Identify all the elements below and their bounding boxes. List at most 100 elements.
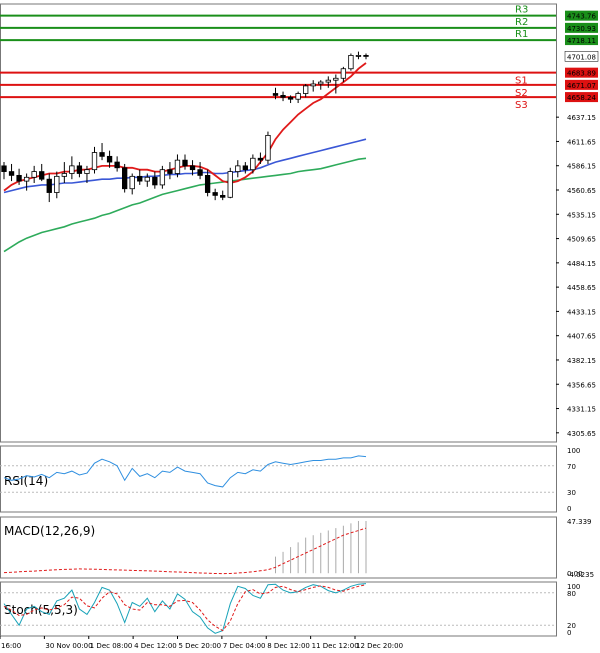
level-r1-tag: 4718.11 xyxy=(567,37,596,45)
candle-body xyxy=(69,165,75,174)
candle-body xyxy=(114,161,120,169)
candle-body xyxy=(106,155,113,163)
candle-body xyxy=(235,165,241,172)
price-tick-label: 4407.65 xyxy=(567,333,596,341)
price-tick-label: 4535.15 xyxy=(567,211,596,219)
stoch-tick-label: 80 xyxy=(567,590,576,598)
price-tick-label: 4586.15 xyxy=(567,163,596,171)
macd-label: MACD(12,26,9) xyxy=(4,524,95,538)
candle-body xyxy=(23,176,30,182)
candle-body xyxy=(333,77,339,81)
candle-body xyxy=(137,175,143,182)
candle xyxy=(122,163,128,193)
rsi-tick-label: 0 xyxy=(567,505,571,513)
candle-body xyxy=(152,176,158,186)
candle-body xyxy=(1,165,7,172)
rsi-tick-label: 70 xyxy=(567,463,576,471)
candle-body xyxy=(189,165,196,171)
time-tick-label: 7 Dec 04:00 xyxy=(223,642,266,650)
price-tick-label: 4305.65 xyxy=(567,430,596,438)
candle xyxy=(348,53,354,71)
candle-body xyxy=(325,79,331,83)
time-tick-label: 5 Dec 20:00 xyxy=(179,642,222,650)
candle-body xyxy=(174,159,181,174)
candle-body xyxy=(265,134,271,161)
candle xyxy=(227,167,233,199)
candle-body xyxy=(220,194,226,198)
candle-body xyxy=(250,157,256,171)
candle-body xyxy=(122,167,128,190)
price-tick-label: 4458.65 xyxy=(567,284,596,292)
level-r2-label: R2 xyxy=(515,17,528,28)
rsi-tick-label: 100 xyxy=(567,447,580,455)
candle-body xyxy=(159,169,166,186)
level-r3-tag: 4743.76 xyxy=(567,13,596,21)
time-tick-label: 4 Dec 12:00 xyxy=(134,642,177,650)
candle-body xyxy=(287,96,294,100)
price-tick-label: 4331.15 xyxy=(567,406,596,414)
candle-body xyxy=(257,157,264,161)
price-tick-label: 4382.15 xyxy=(567,357,596,365)
candle-body xyxy=(355,55,362,57)
price-tick-label: 4560.65 xyxy=(567,187,596,195)
current-price-tag: 4701.08 xyxy=(567,53,596,61)
level-r3-label: R3 xyxy=(515,5,528,16)
candle xyxy=(159,165,166,189)
candle xyxy=(265,131,271,164)
time-tick-label: 12 Dec 20:00 xyxy=(356,642,403,650)
time-tick-label: 1 Dec 08:00 xyxy=(90,642,133,650)
candle-body xyxy=(129,175,135,190)
level-s3-tag: 4658.24 xyxy=(567,94,596,102)
price-tick-label: 4637.15 xyxy=(567,114,596,122)
candle-body xyxy=(295,93,301,100)
candle-body xyxy=(167,169,173,174)
candle-body xyxy=(144,176,150,182)
candle-body xyxy=(227,171,233,198)
macd-tick-label: -4.0235 xyxy=(567,571,594,579)
candle-body xyxy=(8,171,15,176)
candle-body xyxy=(242,165,248,171)
price-tick-label: 4484.15 xyxy=(567,260,596,268)
macd-tick-label: 47.339 xyxy=(567,518,592,526)
stoch-label: Stoch(5,5,3) xyxy=(4,603,78,617)
candle-body xyxy=(182,159,188,167)
candle-body xyxy=(84,169,90,174)
candle-body xyxy=(197,169,203,176)
candle-body xyxy=(363,55,369,57)
chart-root: R1 4718.11 R2 4730.93 R3 4743.76 S1 4683.89 S2 46… xyxy=(0,0,600,653)
candle-body xyxy=(54,175,60,193)
candle-body xyxy=(31,171,37,178)
rsi-tick-label: 30 xyxy=(567,489,576,497)
time-tick-label: 16:00 xyxy=(1,642,21,650)
candle-body xyxy=(76,165,83,174)
candle-body xyxy=(46,178,52,193)
candle-body xyxy=(280,95,286,98)
candle-body xyxy=(272,93,279,96)
level-r2-tag: 4730.93 xyxy=(567,25,596,33)
price-tick-label: 4509.65 xyxy=(567,236,596,244)
chart-canvas: R14718.11R24730.93R34743.76S14683.89S246… xyxy=(0,0,600,653)
time-tick-label: 11 Dec 12:00 xyxy=(312,642,359,650)
candle-body xyxy=(99,152,105,157)
price-tick-label: 4356.65 xyxy=(567,381,596,389)
candle-body xyxy=(204,174,211,193)
time-tick-label: 8 Dec 12:00 xyxy=(267,642,310,650)
candle-body xyxy=(16,174,22,182)
level-s1-tag: 4683.89 xyxy=(567,70,596,78)
candle-body xyxy=(61,173,67,177)
candle-body xyxy=(39,171,45,180)
candle-body xyxy=(91,152,98,171)
candle-body xyxy=(303,85,309,94)
stoch-tick-label: 0 xyxy=(567,629,571,637)
candle-body xyxy=(348,55,354,70)
candle-body xyxy=(340,68,347,79)
price-tick-label: 4611.65 xyxy=(567,138,596,146)
candle-body xyxy=(212,192,218,196)
candle-body xyxy=(318,81,324,85)
level-s2-tag: 4671.07 xyxy=(567,82,596,90)
level-s3-label: S3 xyxy=(515,100,528,111)
level-r1-label: R1 xyxy=(515,29,528,40)
candle-body xyxy=(310,83,316,87)
price-tick-label: 4433.15 xyxy=(567,308,596,316)
time-tick-label: 30 Nov 00:00 xyxy=(45,642,92,650)
